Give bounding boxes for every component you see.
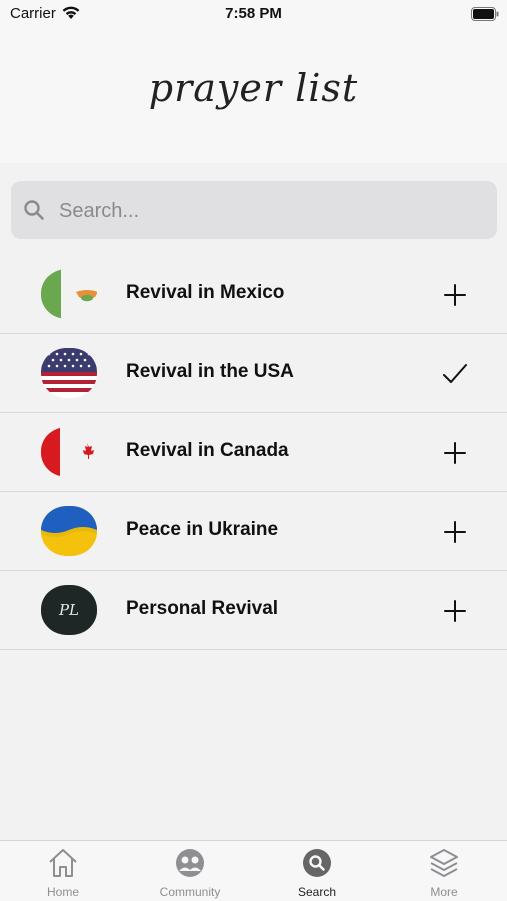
tab-label: Community (159, 885, 221, 899)
tab-bar: Home Community Search More (0, 840, 507, 901)
search-bar[interactable] (11, 181, 497, 241)
mexico-flag-icon (41, 269, 97, 319)
list-item-personal-revival[interactable]: PL Personal Revival (0, 571, 507, 650)
clock: 7:58 PM (225, 5, 282, 22)
monogram-text: PL (58, 601, 79, 619)
status-bar: Carrier 7:58 PM (0, 0, 507, 30)
search-icon (23, 199, 45, 226)
plus-icon[interactable] (441, 281, 469, 309)
battery-icon (471, 7, 499, 26)
plus-icon[interactable] (441, 597, 469, 625)
list-item-revival-mexico[interactable]: Revival in Mexico (0, 255, 507, 334)
canada-flag-icon (41, 427, 97, 477)
prayer-list: Revival in Mexico Revival in the USA Rev… (0, 255, 507, 650)
search-input[interactable] (57, 181, 481, 241)
tab-search[interactable]: Search (254, 841, 380, 901)
checkmark-icon[interactable] (441, 360, 469, 388)
search-icon (301, 847, 333, 879)
layers-icon (428, 847, 460, 879)
home-icon (47, 847, 79, 879)
community-icon (174, 847, 206, 879)
list-item-revival-canada[interactable]: Revival in Canada (0, 413, 507, 492)
list-item-label: Personal Revival (126, 598, 279, 619)
tab-community[interactable]: Community (127, 841, 253, 901)
ukraine-flag-icon (41, 506, 97, 556)
list-item-peace-ukraine[interactable]: Peace in Ukraine (0, 492, 507, 571)
page-title: prayer list (148, 66, 359, 110)
tab-label: More (430, 885, 458, 899)
tab-label: Search (297, 885, 337, 899)
list-item-revival-usa[interactable]: Revival in the USA (0, 334, 507, 413)
list-item-label: Revival in the USA (126, 361, 294, 382)
plus-icon[interactable] (441, 518, 469, 546)
tab-label: Home (46, 885, 79, 899)
personal-monogram-icon: PL (41, 585, 97, 635)
list-item-label: Peace in Ukraine (126, 519, 279, 540)
tab-more[interactable]: More (381, 841, 507, 901)
plus-icon[interactable] (441, 439, 469, 467)
list-item-label: Revival in Canada (126, 440, 289, 461)
header: prayer list (0, 30, 507, 163)
usa-flag-icon (41, 348, 97, 398)
list-item-label: Revival in Mexico (126, 282, 285, 303)
tab-home[interactable]: Home (0, 841, 126, 901)
